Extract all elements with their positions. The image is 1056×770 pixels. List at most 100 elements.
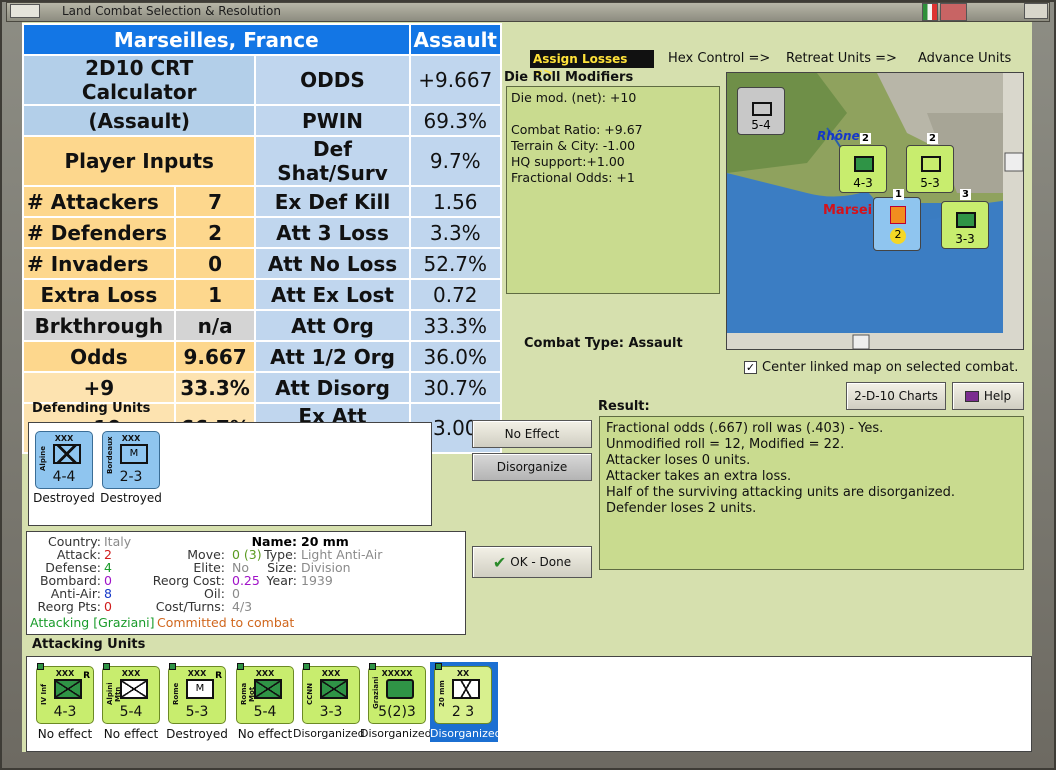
- att-half-org-label: Att 1/2 Org: [254, 340, 411, 373]
- calc-subtitle: (Assault): [21, 104, 257, 137]
- infantry-icon: [54, 679, 82, 699]
- charts-button-label: 2-D-10 Charts: [854, 389, 938, 403]
- extra-loss-input[interactable]: 1: [173, 278, 257, 311]
- map-counter-5-3[interactable]: 5-3: [906, 145, 954, 193]
- checkmark-icon: ✔: [492, 552, 507, 572]
- att-org-label: Att Org: [254, 309, 411, 342]
- unit-symbol-icon: [752, 102, 772, 116]
- close-button[interactable]: [1024, 3, 1048, 19]
- extra-loss-label: Extra Loss: [22, 278, 176, 311]
- calc-title: 2D10 CRT Calculator: [21, 54, 257, 106]
- window-menu-button[interactable]: [10, 4, 40, 18]
- attacking-unit-20mm[interactable]: XX 20 mm 2 3: [434, 663, 492, 724]
- map-counter-4-3[interactable]: 4-3: [839, 145, 887, 193]
- unit-strength: 3-3: [319, 704, 343, 720]
- help-button-label: Help: [983, 389, 1012, 403]
- tab-retreat-units[interactable]: Retreat Units =>: [786, 51, 897, 66]
- linked-map[interactable]: 5-4 Rhône Marseilles 4-3 5-3 3-3 2 2 2 1…: [726, 72, 1024, 350]
- disorganize-label: Disorganize: [496, 460, 568, 474]
- odds-label: ODDS: [254, 54, 411, 106]
- ok-done-label: OK - Done: [510, 555, 572, 569]
- map-hscroll-thumb[interactable]: [852, 334, 870, 349]
- unit-size: XXX: [54, 434, 74, 443]
- invaders-input[interactable]: 0: [173, 247, 257, 280]
- tab-hex-control[interactable]: Hex Control =>: [668, 51, 770, 66]
- map-counter-strength: 5-3: [920, 176, 940, 190]
- result-box: Fractional odds (.667) roll was (.403) -…: [599, 416, 1024, 570]
- player-inputs-header: Player Inputs: [21, 135, 257, 187]
- plus9-value: 33.3%: [173, 371, 257, 404]
- att-half-org-value: 36.0%: [408, 340, 503, 373]
- unit-status: No effect: [237, 727, 293, 741]
- unit-strength: 5-3: [185, 704, 209, 720]
- map-counter-strength: 4-3: [853, 176, 873, 190]
- ok-done-button[interactable]: ✔ OK - Done: [472, 546, 592, 578]
- defending-units-list: XXX Alpine 4-4 Destroyed XXX Bordeaux M …: [28, 422, 432, 526]
- unit-strength: 2-3: [119, 469, 143, 485]
- attacking-commander: Attacking [Graziani]: [30, 615, 155, 630]
- center-map-checkbox[interactable]: ✓: [744, 361, 757, 374]
- no-effect-button[interactable]: No Effect: [472, 420, 592, 448]
- map-vscroll-thumb[interactable]: [1004, 152, 1023, 172]
- defending-units-label: Defending Units: [32, 401, 151, 416]
- unit-strength: 2 3: [451, 704, 475, 720]
- die-line: Terrain & City: -1.00: [511, 138, 636, 153]
- unit-strength: 4-4: [52, 469, 76, 485]
- defenders-input[interactable]: 2: [173, 216, 257, 249]
- help-button[interactable]: Help: [952, 382, 1024, 410]
- unit-status: Disorganized: [430, 727, 502, 740]
- map-stack-tag: 2: [860, 133, 871, 144]
- attacking-unit-ccnn[interactable]: XXX CCNN 3-3: [302, 663, 360, 724]
- anti-air-icon: [452, 679, 480, 699]
- attacking-unit-alpini[interactable]: XXX Alpini Mtn 5-4: [102, 663, 160, 724]
- motorized-icon: [921, 156, 941, 172]
- invaders-label: # Invaders: [22, 247, 176, 280]
- crt-calculator-table: Marseilles, France Assault 2D10 CRT Calc…: [21, 23, 503, 454]
- unit-strength: 5-4: [119, 704, 143, 720]
- infantry-icon: [854, 156, 874, 172]
- defending-unit-bordeaux[interactable]: XXX Bordeaux M 2-3: [102, 431, 160, 489]
- combat-type-label: Combat Type: Assault: [524, 336, 683, 351]
- att-org-value: 33.3%: [408, 309, 503, 342]
- die-line: Combat Ratio: +9.67: [511, 122, 643, 137]
- unit-size: XXX: [321, 669, 341, 678]
- tab-assign-losses[interactable]: Assign Losses =>: [530, 50, 654, 80]
- unit-status: Disorganized: [293, 727, 365, 740]
- attacking-unit-rome[interactable]: XXX R Rome M 5-3: [168, 663, 226, 724]
- reorg-pts-label: Reorg Pts:: [37, 599, 101, 614]
- plus9-label: +9: [22, 371, 176, 404]
- att-no-loss-value: 52.7%: [408, 247, 503, 280]
- map-stack-tag: 3: [960, 189, 971, 200]
- attacking-unit-graziani[interactable]: XXXXX Graziani 5(2)3: [368, 663, 426, 724]
- attackers-input[interactable]: 7: [173, 185, 257, 218]
- map-counter-gray[interactable]: 5-4: [737, 87, 785, 135]
- att-no-loss-label: Att No Loss: [254, 247, 411, 280]
- att-3-loss-label: Att 3 Loss: [254, 216, 411, 249]
- att-3-loss-value: 3.3%: [408, 216, 503, 249]
- attacking-unit-roma-mot[interactable]: XXX Roma Mot 5-4: [236, 663, 294, 724]
- result-line: Half of the surviving attacking units ar…: [606, 485, 956, 500]
- map-stack-tag: 2: [927, 133, 938, 144]
- att-disorg-value: 30.7%: [408, 371, 503, 404]
- reserve-marker: R: [215, 671, 222, 681]
- die-line: Die mod. (net): +10: [511, 90, 637, 105]
- defending-unit-alpine[interactable]: XXX Alpine 4-4: [35, 431, 93, 489]
- map-vscroll[interactable]: [1003, 73, 1024, 350]
- infantry-icon: [956, 212, 976, 228]
- unit-status: No effect: [37, 727, 93, 741]
- die-line-blank: [511, 106, 715, 122]
- italy-flag-icon: [922, 3, 938, 21]
- map-counter-city-stack[interactable]: 2: [873, 197, 921, 251]
- att-ex-lost-label: Att Ex Lost: [254, 278, 411, 311]
- disorganize-button[interactable]: Disorganize: [472, 453, 592, 481]
- attacking-unit-iv-inf[interactable]: XXX R IV Inf 4-3: [36, 663, 94, 724]
- result-line: Defender loses 2 units.: [606, 501, 757, 516]
- unit-status: Disorganized: [360, 727, 432, 740]
- die-roll-title: Die Roll Modifiers: [504, 70, 634, 85]
- result-line: Attacker loses 0 units.: [606, 453, 751, 468]
- tab-advance-units[interactable]: Advance Units: [918, 51, 1011, 66]
- map-counter-3-3[interactable]: 3-3: [941, 201, 989, 249]
- die-roll-modifiers-box: Die mod. (net): +10 Combat Ratio: +9.67 …: [506, 86, 720, 294]
- book-icon: [964, 390, 979, 402]
- charts-button[interactable]: 2-D-10 Charts: [846, 382, 946, 410]
